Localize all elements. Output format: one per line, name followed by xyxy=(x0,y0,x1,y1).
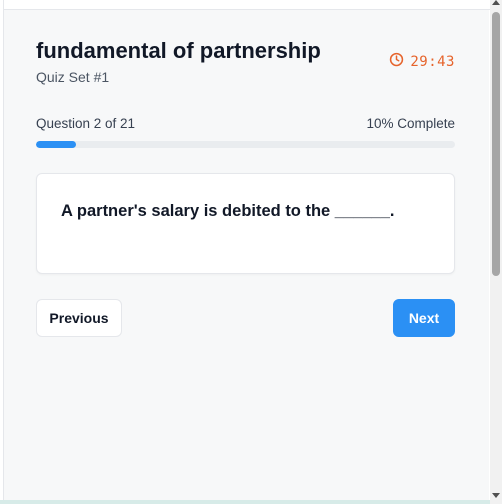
previous-button[interactable]: Previous xyxy=(36,299,122,337)
quiz-subtitle: Quiz Set #1 xyxy=(36,69,110,85)
bottom-edge-strip xyxy=(0,500,490,504)
scroll-up-arrow-icon[interactable] xyxy=(492,0,500,5)
next-button[interactable]: Next xyxy=(393,299,455,337)
scroll-down-arrow-icon[interactable] xyxy=(492,493,500,498)
question-counter: Question 2 of 21 xyxy=(36,116,136,131)
progress-bar xyxy=(36,141,455,148)
completion-percent: 10% Complete xyxy=(366,116,455,131)
timer-value: 29:43 xyxy=(410,54,455,70)
quiz-timer: 29:43 xyxy=(389,52,455,72)
question-text: A partner's salary is debited to the ___… xyxy=(61,202,395,220)
scrollbar-thumb[interactable] xyxy=(492,12,500,276)
window-top-edge xyxy=(0,0,490,10)
progress-bar-fill xyxy=(36,141,76,148)
vertical-scrollbar[interactable] xyxy=(490,0,502,504)
question-card: A partner's salary is debited to the ___… xyxy=(36,173,455,274)
quiz-title: fundamental of partnership xyxy=(36,38,321,63)
clock-icon xyxy=(389,52,404,72)
quiz-card: fundamental of partnership Quiz Set #1 2… xyxy=(4,10,489,500)
